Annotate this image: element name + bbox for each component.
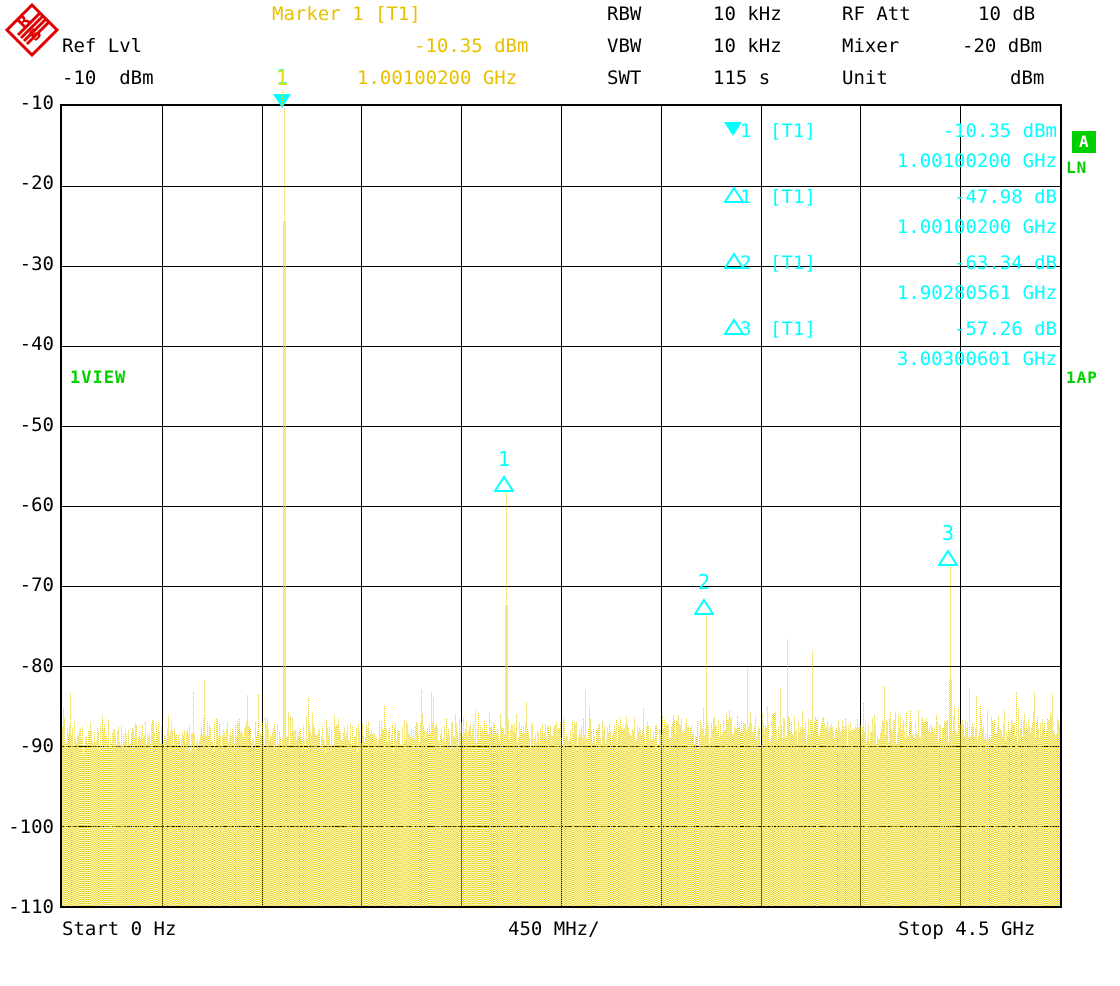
mixer-label: Mixer [842,35,900,57]
spectrum-plot[interactable] [60,104,1062,908]
mixer-value: -20 dBm [962,35,1043,57]
marker-freq-header: 1.00100200 GHz [357,67,518,89]
swt-value: 115 s [713,67,771,89]
unit-value: dBm [1010,67,1045,89]
vbw-value: 10 kHz [713,35,782,57]
unit-label: Unit [842,67,888,89]
ref-level-value: -10 dBm [62,67,154,89]
plot-delta-marker-3-icon [937,549,958,566]
swt-label: SWT [607,67,642,89]
y-axis-tick: -70 [19,574,54,597]
x-axis-stop-label: Stop 4.5 GHz [898,918,1036,940]
annunciator-a: A [1072,131,1096,153]
y-axis: -10 -20 -30 -40 -50 -60 -70 -80 -90 -100 -110 [0,0,54,986]
y-axis-tick: -40 [19,333,54,356]
header-marker-1-peak-label: 1 [276,66,289,90]
annunciator-1ap: 1AP [1066,368,1098,387]
plot-delta-marker-2-icon [693,597,714,615]
trace-view-label: 1VIEW [70,368,127,388]
plot-marker-label: 2 [697,569,711,594]
y-axis-tick: -100 [8,815,54,838]
y-axis-tick: -110 [8,896,54,918]
y-axis-tick: -90 [19,735,54,758]
marker-1-drop-line [282,92,284,106]
y-axis-tick: -80 [19,654,54,677]
header-bar: R S Marker 1 [T1] Ref Lvl -10 dBm -10.35… [0,0,1120,96]
spectrum-trace [62,108,1060,906]
rbw-value: 10 kHz [713,3,782,25]
plot-marker-label: 1 [498,446,511,471]
plot-delta-marker-1-icon [494,474,514,492]
marker-level-header: -10.35 dBm [414,35,529,57]
rfatt-label: RF Att [842,3,911,25]
annunciator-ln: LN [1066,158,1088,177]
x-axis-span-label: 450 MHz/ [508,918,600,940]
x-axis-start-label: Start 0 Hz [62,918,177,940]
y-axis-tick: -30 [19,252,54,275]
plot-marker-label: 3 [941,520,955,545]
y-axis-tick: -10 [19,92,54,114]
vbw-label: VBW [607,35,642,57]
rfatt-value: 10 dB [978,3,1036,25]
ref-level-label: Ref Lvl [62,35,143,57]
y-axis-tick: -60 [19,494,54,516]
y-axis-tick: -50 [19,413,54,436]
y-axis-tick: -20 [19,172,54,195]
marker-title: Marker 1 [T1] [272,3,421,25]
rbw-label: RBW [607,3,642,25]
